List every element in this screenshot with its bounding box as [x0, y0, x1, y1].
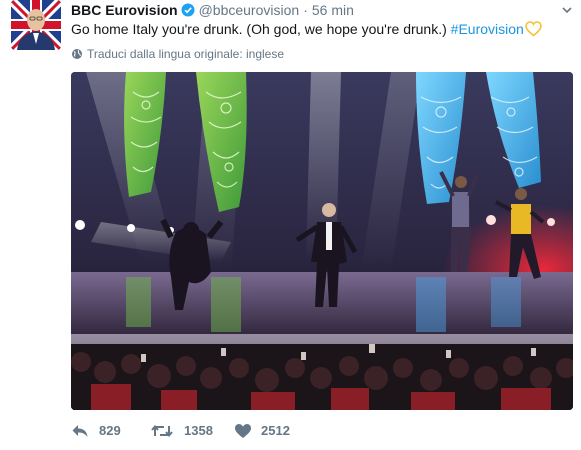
tweet-body: Go home Italy you're drunk. (Oh god, we …: [71, 21, 451, 37]
separator: ·: [303, 2, 308, 18]
handle[interactable]: @bbceurovision: [199, 2, 300, 18]
avatar[interactable]: [11, 0, 61, 50]
tweet-photo[interactable]: [71, 72, 573, 410]
yellow-heart-emoji-icon: [525, 21, 542, 42]
retweet-icon: [151, 424, 173, 438]
timestamp[interactable]: 56 min: [312, 2, 354, 18]
tweet-header: BBC Eurovision @bbceurovision · 56 min: [71, 0, 354, 20]
chevron-down-icon[interactable]: [561, 3, 573, 15]
heart-icon: [235, 424, 251, 438]
display-name[interactable]: BBC Eurovision: [71, 2, 178, 18]
avatar-image: [11, 0, 61, 50]
translate-link[interactable]: Traduci dalla lingua originale: inglese: [71, 46, 284, 64]
globe-icon: [71, 48, 83, 64]
stage-photo-image: [71, 72, 573, 410]
tweet-text: Go home Italy you're drunk. (Oh god, we …: [71, 19, 542, 42]
reply-count: 829: [99, 423, 121, 438]
hashtag-link[interactable]: #Eurovision: [451, 21, 524, 37]
reply-icon: [72, 425, 88, 437]
translate-label: Traduci dalla lingua originale: inglese: [87, 47, 285, 61]
like-count: 2512: [261, 423, 290, 438]
retweet-count: 1358: [184, 423, 213, 438]
